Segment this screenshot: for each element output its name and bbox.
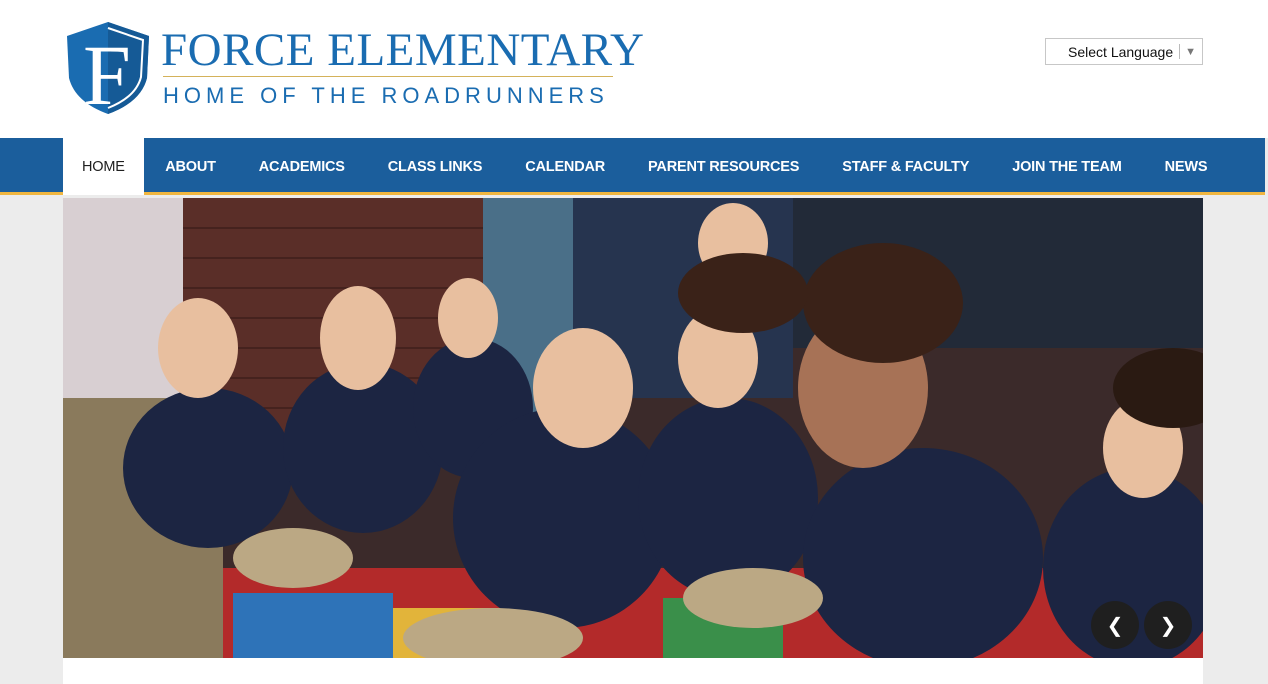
school-tagline: HOME OF THE ROADRUNNERS <box>163 83 609 108</box>
dropdown-arrow-icon: ▼ <box>1185 45 1196 58</box>
site-logo[interactable]: F FORCE ELEMENTARY HOME OF THE ROADRUNNE… <box>63 20 644 120</box>
nav-list: HOME ABOUT ACADEMICS CLASS LINKS CALENDA… <box>63 138 1229 195</box>
main-content-area <box>63 658 1203 684</box>
slider-prev-button[interactable]: ❮ <box>1091 601 1139 649</box>
main-navigation: HOME ABOUT ACADEMICS CLASS LINKS CALENDA… <box>0 138 1265 195</box>
nav-item-academics[interactable]: ACADEMICS <box>237 138 366 195</box>
nav-item-about[interactable]: ABOUT <box>144 138 238 195</box>
language-select-divider <box>1179 44 1181 59</box>
nav-item-join-the-team[interactable]: JOIN THE TEAM <box>991 138 1143 195</box>
nav-item-staff-faculty[interactable]: STAFF & FACULTY <box>821 138 991 195</box>
chevron-left-icon: ❮ <box>1106 613 1124 637</box>
nav-item-parent-resources[interactable]: PARENT RESOURCES <box>627 138 821 195</box>
chevron-right-icon: ❯ <box>1159 613 1177 637</box>
slider-next-button[interactable]: ❯ <box>1144 601 1192 649</box>
language-select[interactable]: Select Language ▼ <box>1045 38 1203 65</box>
nav-item-calendar[interactable]: CALENDAR <box>504 138 627 195</box>
nav-item-home[interactable]: HOME <box>63 138 144 195</box>
site-header: F FORCE ELEMENTARY HOME OF THE ROADRUNNE… <box>0 0 1268 138</box>
nav-item-news[interactable]: NEWS <box>1143 138 1229 195</box>
shield-logo-icon: F <box>67 22 149 116</box>
logo-divider <box>163 76 613 77</box>
language-select-label: Select Language <box>1068 43 1174 60</box>
school-name: FORCE ELEMENTARY <box>161 24 645 76</box>
nav-item-class-links[interactable]: CLASS LINKS <box>366 138 503 195</box>
classroom-children-photo <box>63 198 1203 658</box>
logo-letter: F <box>83 27 131 116</box>
hero-slider-image[interactable] <box>63 198 1203 658</box>
